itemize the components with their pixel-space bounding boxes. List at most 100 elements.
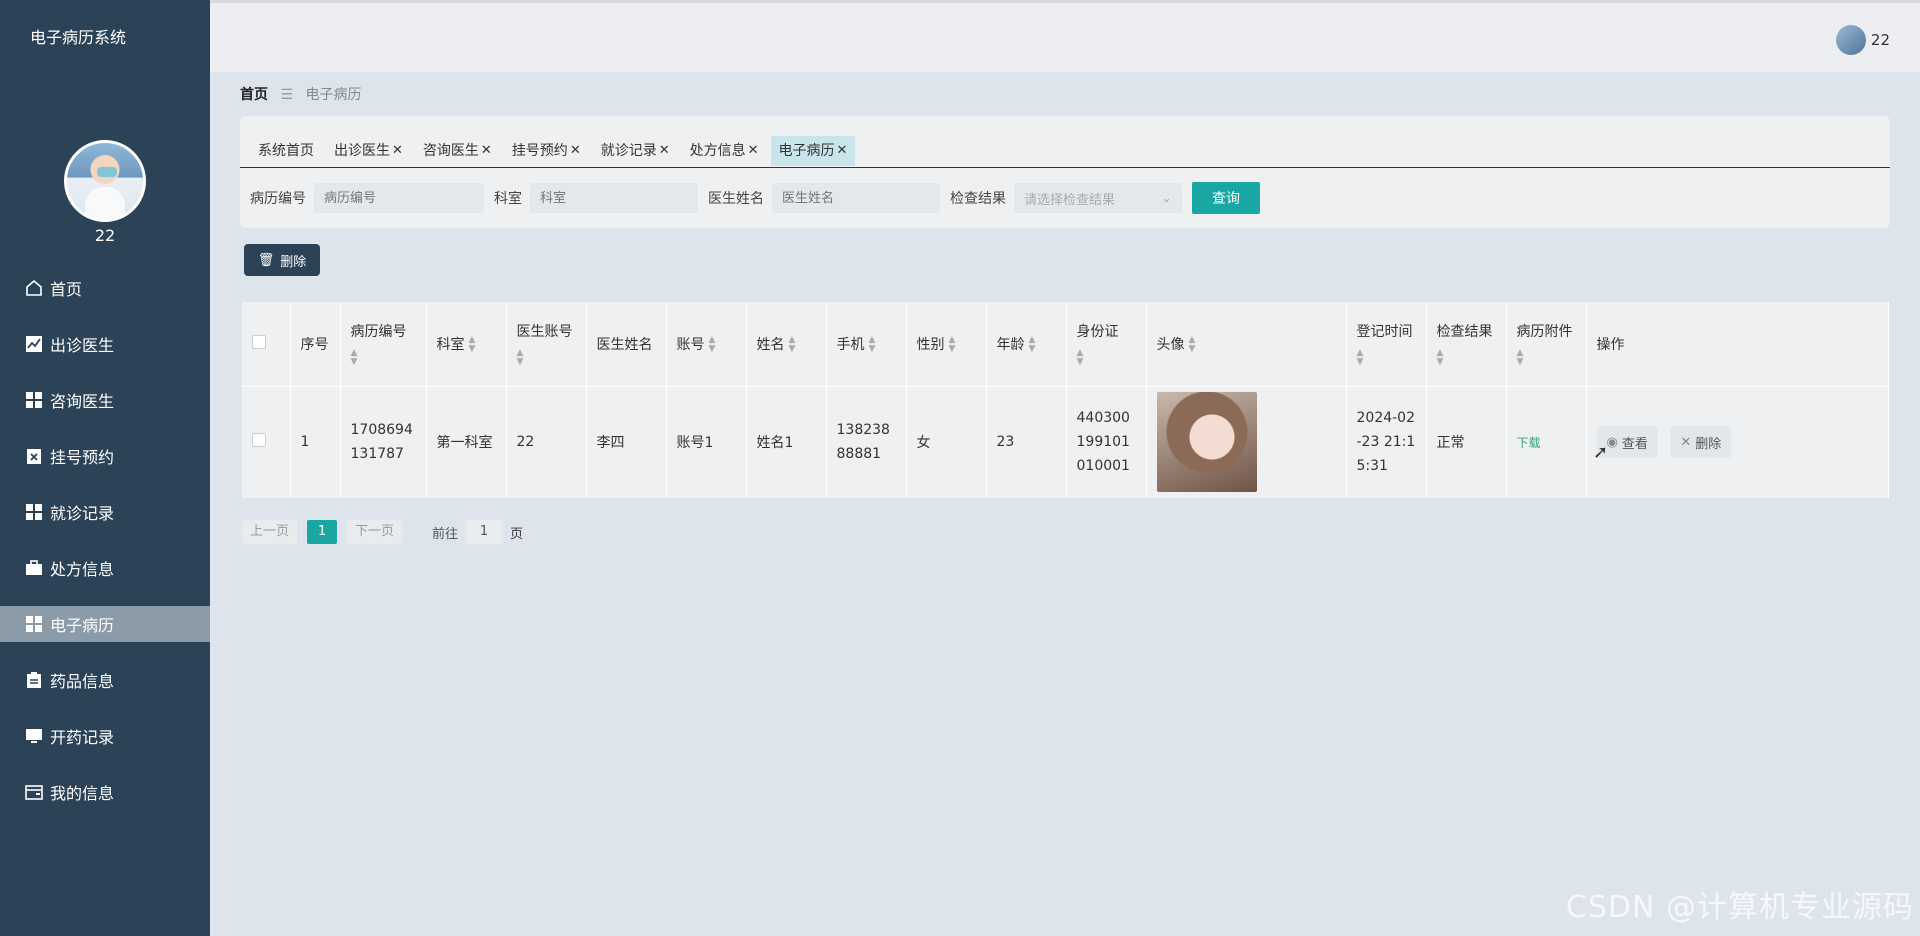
col-reg-time[interactable]: 登记时间 ▲ ▼: [1346, 302, 1427, 387]
download-link[interactable]: 下载: [1517, 436, 1541, 450]
cell-result: 正常: [1426, 386, 1507, 498]
sidebar-item-consult-doctor[interactable]: 咨询医生: [0, 382, 210, 418]
close-icon[interactable]: ✕: [392, 136, 403, 166]
avatar-image[interactable]: [1156, 392, 1257, 493]
filter-form: 病历编号 科室 医生姓名 检查结果 请选择检查结果 ⌄ 查询: [250, 182, 1260, 214]
sidebar-username: 22: [94, 226, 116, 245]
page-suffix: 页: [510, 526, 524, 542]
prev-page-button[interactable]: 上一页: [242, 520, 298, 544]
tab-medical-records[interactable]: 电子病历 ✕: [770, 136, 856, 166]
sort-icon[interactable]: ▲ ▼: [351, 348, 416, 367]
cell-account: 账号1: [666, 386, 747, 498]
sort-icon[interactable]: ▲ ▼: [517, 348, 576, 367]
sidebar-item-appointment[interactable]: 挂号预约: [0, 438, 210, 474]
watermark: CSDN @计算机专业源码: [1565, 890, 1914, 925]
cell-name: 姓名1: [746, 386, 827, 498]
breadcrumb-current: 电子病历: [305, 87, 362, 103]
tab-system-home[interactable]: 系统首页: [250, 136, 322, 166]
tab-consult-doctor[interactable]: 咨询医生 ✕: [415, 136, 500, 166]
chevron-down-icon: ⌄: [1161, 190, 1172, 206]
close-icon: ✕: [1680, 434, 1692, 450]
record-no-input[interactable]: [314, 183, 484, 213]
col-id-card[interactable]: 身份证 ▲ ▼: [1066, 302, 1147, 387]
sort-icon[interactable]: ▲ ▼: [469, 335, 476, 354]
sort-icon[interactable]: ▲ ▼: [869, 335, 876, 354]
next-page-button[interactable]: 下一页: [347, 520, 403, 544]
table-row: 1 1708694131787 第一科室 22 李四 账号1 姓名1 13823…: [242, 386, 1889, 498]
grid-icon: [24, 614, 44, 634]
col-gender[interactable]: 性别 ▲ ▼: [906, 302, 987, 387]
sidebar-item-medicines[interactable]: 药品信息: [0, 662, 210, 698]
tab-appointment[interactable]: 挂号预约 ✕: [504, 136, 589, 166]
tab-visit-records[interactable]: 就诊记录 ✕: [593, 136, 678, 166]
breadcrumb-home[interactable]: 首页: [240, 87, 268, 103]
briefcase-icon: [24, 558, 44, 578]
dept-input[interactable]: [530, 183, 698, 213]
col-actions: 操作: [1586, 302, 1889, 387]
batch-delete-button[interactable]: 🗑 删除: [244, 244, 320, 276]
breadcrumb-separator-icon: ☰: [280, 87, 294, 103]
sort-icon[interactable]: ▲ ▼: [1517, 348, 1576, 367]
card-icon: [24, 782, 44, 802]
sidebar-menu: 首页 出诊医生 咨询医生 挂号预约 就诊记录 处方信息 电子病历 药品信息 开药…: [0, 270, 210, 830]
col-record-no[interactable]: 病历编号 ▲ ▼: [340, 302, 427, 387]
col-attachment[interactable]: 病历附件 ▲ ▼: [1506, 302, 1587, 387]
delete-button[interactable]: ✕ 删除: [1670, 426, 1732, 459]
sort-icon[interactable]: ▲ ▼: [789, 335, 796, 354]
close-icon[interactable]: ✕: [570, 136, 581, 166]
header-username[interactable]: 22: [1871, 31, 1890, 49]
cell-attachment: 下载: [1506, 386, 1587, 498]
page-1-button[interactable]: 1: [307, 520, 338, 544]
sidebar-item-my-info[interactable]: 我的信息: [0, 774, 210, 810]
user-avatar[interactable]: [1836, 25, 1866, 55]
cell-actions: ◉ 查看 ✕ 删除: [1586, 386, 1889, 498]
col-doctor-account[interactable]: 医生账号 ▲ ▼: [506, 302, 587, 387]
cell-doctor-name: 李四: [586, 386, 667, 498]
sort-icon[interactable]: ▲ ▼: [1437, 348, 1496, 367]
row-checkbox[interactable]: [252, 433, 266, 448]
sort-icon[interactable]: ▲ ▼: [1357, 348, 1416, 367]
sidebar-item-medical-records[interactable]: 电子病历: [0, 606, 210, 642]
dept-label: 科室: [494, 191, 522, 207]
grid-icon: [24, 390, 44, 410]
pagination: 上一页 1 下一页 前往 1 页: [242, 520, 523, 544]
app-title: 电子病历系统: [30, 28, 127, 47]
close-icon[interactable]: ✕: [748, 136, 759, 166]
sidebar-item-visiting-doctor[interactable]: 出诊医生: [0, 326, 210, 362]
col-phone[interactable]: 手机 ▲ ▼: [826, 302, 907, 387]
close-icon[interactable]: ✕: [837, 136, 848, 166]
col-account[interactable]: 账号 ▲ ▼: [666, 302, 747, 387]
goto-label: 前往: [432, 526, 459, 542]
breadcrumb: 首页 ☰ 电子病历: [240, 84, 361, 104]
sidebar-item-prescriptions[interactable]: 处方信息: [0, 550, 210, 586]
sort-icon[interactable]: ▲ ▼: [709, 335, 716, 354]
close-icon[interactable]: ✕: [481, 136, 492, 166]
tab-visiting-doctor[interactable]: 出诊医生 ✕: [326, 136, 411, 166]
query-button[interactable]: 查询: [1192, 182, 1260, 214]
sort-icon[interactable]: ▲ ▼: [1029, 335, 1036, 354]
record-no-label: 病历编号: [250, 191, 306, 207]
sidebar: 电子病历系统 22 首页 出诊医生 咨询医生 挂号预约 就诊记录 处方信息 电子…: [0, 0, 210, 936]
sidebar-item-dispense-records[interactable]: 开药记录: [0, 718, 210, 754]
tab-prescriptions[interactable]: 处方信息 ✕: [682, 136, 767, 166]
select-all-checkbox[interactable]: [252, 334, 266, 349]
col-age[interactable]: 年龄 ▲ ▼: [986, 302, 1067, 387]
home-icon: [24, 278, 44, 298]
cell-gender: 女: [906, 386, 987, 498]
col-avatar[interactable]: 头像 ▲ ▼: [1146, 302, 1347, 387]
result-select[interactable]: 请选择检查结果 ⌄: [1014, 183, 1182, 213]
col-dept[interactable]: 科室 ▲ ▼: [426, 302, 507, 387]
tab-bar: 系统首页 出诊医生 ✕ 咨询医生 ✕ 挂号预约 ✕ 就诊记录 ✕ 处方信息 ✕ 电子病历 ✕: [240, 136, 1890, 168]
col-result[interactable]: 检查结果 ▲ ▼: [1426, 302, 1507, 387]
sort-icon[interactable]: ▲ ▼: [1189, 335, 1196, 354]
col-name[interactable]: 姓名 ▲ ▼: [746, 302, 827, 387]
sidebar-item-visit-records[interactable]: 就诊记录: [0, 494, 210, 530]
sort-icon[interactable]: ▲ ▼: [1077, 348, 1136, 367]
cell-id-card: 440300199101010001: [1066, 386, 1147, 498]
chart-icon: [24, 334, 44, 354]
close-icon[interactable]: ✕: [659, 136, 670, 166]
goto-page-input[interactable]: 1: [466, 520, 503, 544]
sort-icon[interactable]: ▲ ▼: [949, 335, 956, 354]
sidebar-item-home[interactable]: 首页: [0, 270, 210, 306]
doctor-name-input[interactable]: [772, 183, 940, 213]
